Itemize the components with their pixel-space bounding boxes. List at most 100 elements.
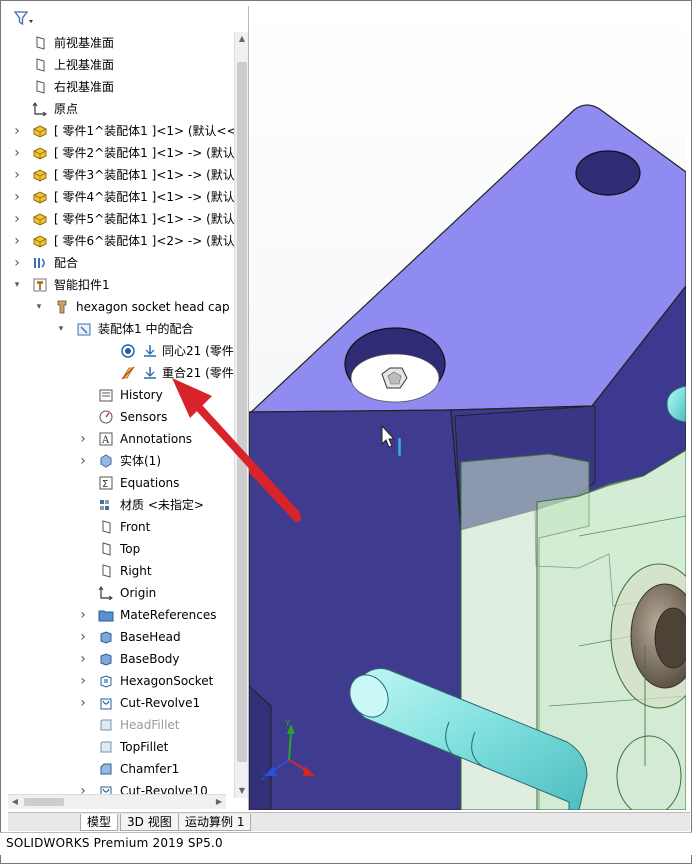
part-icon (33, 191, 47, 204)
origin-icon (98, 586, 113, 601)
tree-item-part4[interactable]: › [ 零件4^装配体1 ]<1> -> (默认 (8, 186, 235, 208)
expand-chevron-icon[interactable]: › (12, 142, 22, 164)
tree-item-concentric21[interactable]: 同心21 (零件3^ (8, 340, 248, 362)
block-left-face[interactable] (249, 409, 462, 810)
expand-chevron-icon[interactable]: › (78, 626, 88, 648)
tree-item-mate-references[interactable]: › MateReferences (8, 604, 232, 626)
tree-item-origin2[interactable]: Origin (8, 582, 232, 604)
tree-item-material[interactable]: 材质 <未指定> (8, 494, 232, 516)
folder-icon (98, 610, 114, 622)
expand-chevron-icon[interactable]: › (12, 252, 22, 274)
part-icon (33, 235, 47, 248)
svg-text:Z: Z (261, 773, 267, 783)
tree-item-top-fillet[interactable]: TopFillet (8, 736, 232, 758)
tree-item-sensors[interactable]: Sensors (8, 406, 232, 428)
tree-item-front-plane[interactable]: 前视基准面 (8, 32, 232, 54)
tree-item-history[interactable]: History (8, 384, 232, 406)
plane-icon (36, 80, 45, 94)
expand-chevron-icon[interactable]: › (78, 604, 88, 626)
filter-icon[interactable] (14, 11, 34, 27)
through-hole[interactable] (575, 150, 641, 196)
expand-chevron-icon[interactable]: › (78, 670, 88, 692)
solid-bodies-icon (100, 454, 112, 468)
tree-item-label: 配合 (54, 256, 79, 270)
tree-item-annotations[interactable]: › A Annotations (8, 428, 232, 450)
tree-item-right[interactable]: Right (8, 560, 232, 582)
tree-item-part2[interactable]: › [ 零件2^装配体1 ]<1> -> (默认 (8, 142, 235, 164)
svg-text:Y: Y (284, 719, 291, 729)
tree-item-equations[interactable]: Σ Equations (8, 472, 232, 494)
tree-item-label: 原点 (54, 102, 79, 116)
bottom-tab-bar: 模型 3D 视图 运动算例 1 (8, 812, 690, 831)
tree-item-mates-in-assembly[interactable]: ▾ 装配体1 中的配合 (8, 318, 232, 340)
filter-bar (8, 6, 248, 32)
tree-item-smart-fastener[interactable]: ▾ 智能扣件1 (8, 274, 232, 296)
tree-item-head-fillet[interactable]: HeadFillet (8, 714, 232, 736)
graphics-viewport[interactable]: Y Z (249, 6, 686, 810)
horizontal-scrollbar[interactable]: ◀ ▶ (8, 794, 226, 809)
tree-item-top[interactable]: Top (8, 538, 232, 560)
tab-model[interactable]: 模型 (80, 814, 119, 831)
vertical-scrollbar[interactable]: ▲ ▼ (234, 32, 248, 798)
tree-item-part3[interactable]: › [ 零件3^装配体1 ]<1> -> (默认 (8, 164, 235, 186)
tree-item-top-plane[interactable]: 上视基准面 (8, 54, 232, 76)
tree-item-front[interactable]: Front (8, 516, 232, 538)
chamfer-icon (100, 763, 112, 775)
tree-item-label: Cut-Revolve1 (120, 696, 201, 710)
collapse-chevron-icon[interactable]: ▾ (12, 274, 22, 296)
tree-item-right-plane[interactable]: 右视基准面 (8, 76, 232, 98)
tree-item-cut-revolve1[interactable]: › Cut-Revolve1 (8, 692, 232, 714)
tab-3d-view[interactable]: 3D 视图 (120, 814, 179, 831)
annotations-icon: A (99, 432, 113, 446)
tree-item-label: Right (120, 564, 152, 578)
expand-chevron-icon[interactable]: › (78, 450, 88, 472)
expand-chevron-icon[interactable]: › (12, 164, 22, 186)
tree-item-label: Equations (120, 476, 180, 490)
sensors-icon (99, 410, 113, 424)
expand-chevron-icon[interactable]: › (12, 186, 22, 208)
tree-item-label: TopFillet (120, 740, 169, 754)
hscrollbar-thumb[interactable] (24, 798, 64, 806)
tree-item-solid-bodies[interactable]: › 实体(1) (8, 450, 232, 472)
collapse-chevron-icon[interactable]: ▾ (56, 318, 66, 340)
tree-item-hexagon-socket[interactable]: › HexagonSocket (8, 670, 232, 692)
mates-icon (34, 258, 45, 268)
expand-chevron-icon[interactable]: › (78, 428, 88, 450)
model-view: Y Z (249, 6, 686, 810)
expand-chevron-icon[interactable]: › (12, 230, 22, 252)
tree-item-origin[interactable]: 原点 (8, 98, 232, 120)
scrollbar-thumb[interactable] (237, 62, 247, 762)
tree-item-coincident21[interactable]: 重合21 (零件3^ (8, 362, 248, 384)
tree-item-label: [ 零件1^装配体1 ]<1> (默认<< (54, 124, 237, 138)
tree-item-label: [ 零件2^装配体1 ]<1> -> (默认 (54, 146, 235, 160)
tree-item-part6[interactable]: › [ 零件6^装配体1 ]<2> -> (默认 (8, 230, 235, 252)
status-bar: SOLIDWORKS Premium 2019 SP5.0 (0, 832, 692, 855)
tree-item-label: BaseBody (120, 652, 180, 666)
expand-chevron-icon[interactable]: › (12, 120, 22, 142)
scroll-right-icon[interactable]: ▶ (214, 797, 224, 807)
tree-item-label: [ 零件3^装配体1 ]<1> -> (默认 (54, 168, 235, 182)
svg-text:A: A (101, 435, 110, 446)
tree-item-part5[interactable]: › [ 零件5^装配体1 ]<1> -> (默认 (8, 208, 235, 230)
concentric-icon (121, 344, 135, 358)
tree-item-hex-screw[interactable]: ▾ hexagon socket head cap (8, 296, 232, 318)
tab-motion-study[interactable]: 运动算例 1 (178, 814, 252, 831)
tree-item-base-head[interactable]: › BaseHead (8, 626, 232, 648)
plane-icon (102, 520, 111, 534)
expand-chevron-icon[interactable]: › (78, 648, 88, 670)
scroll-up-icon[interactable]: ▲ (237, 34, 247, 44)
tree-item-label: 上视基准面 (54, 58, 115, 72)
collapse-chevron-icon[interactable]: ▾ (34, 296, 44, 318)
tree-item-base-body[interactable]: › BaseBody (8, 648, 232, 670)
fillet-icon (100, 719, 112, 731)
expand-chevron-icon[interactable]: › (78, 692, 88, 714)
expand-chevron-icon[interactable]: › (12, 208, 22, 230)
tree-item-label: Chamfer1 (120, 762, 180, 776)
scroll-down-icon[interactable]: ▼ (237, 786, 247, 796)
tree-item-mates[interactable]: › 配合 (8, 252, 232, 274)
tree-item-part1[interactable]: › [ 零件1^装配体1 ]<1> (默认<< (8, 120, 236, 142)
material-icon (100, 500, 109, 510)
tree-item-label: BaseHead (120, 630, 181, 644)
scroll-left-icon[interactable]: ◀ (10, 797, 20, 807)
tree-item-chamfer1[interactable]: Chamfer1 (8, 758, 232, 780)
